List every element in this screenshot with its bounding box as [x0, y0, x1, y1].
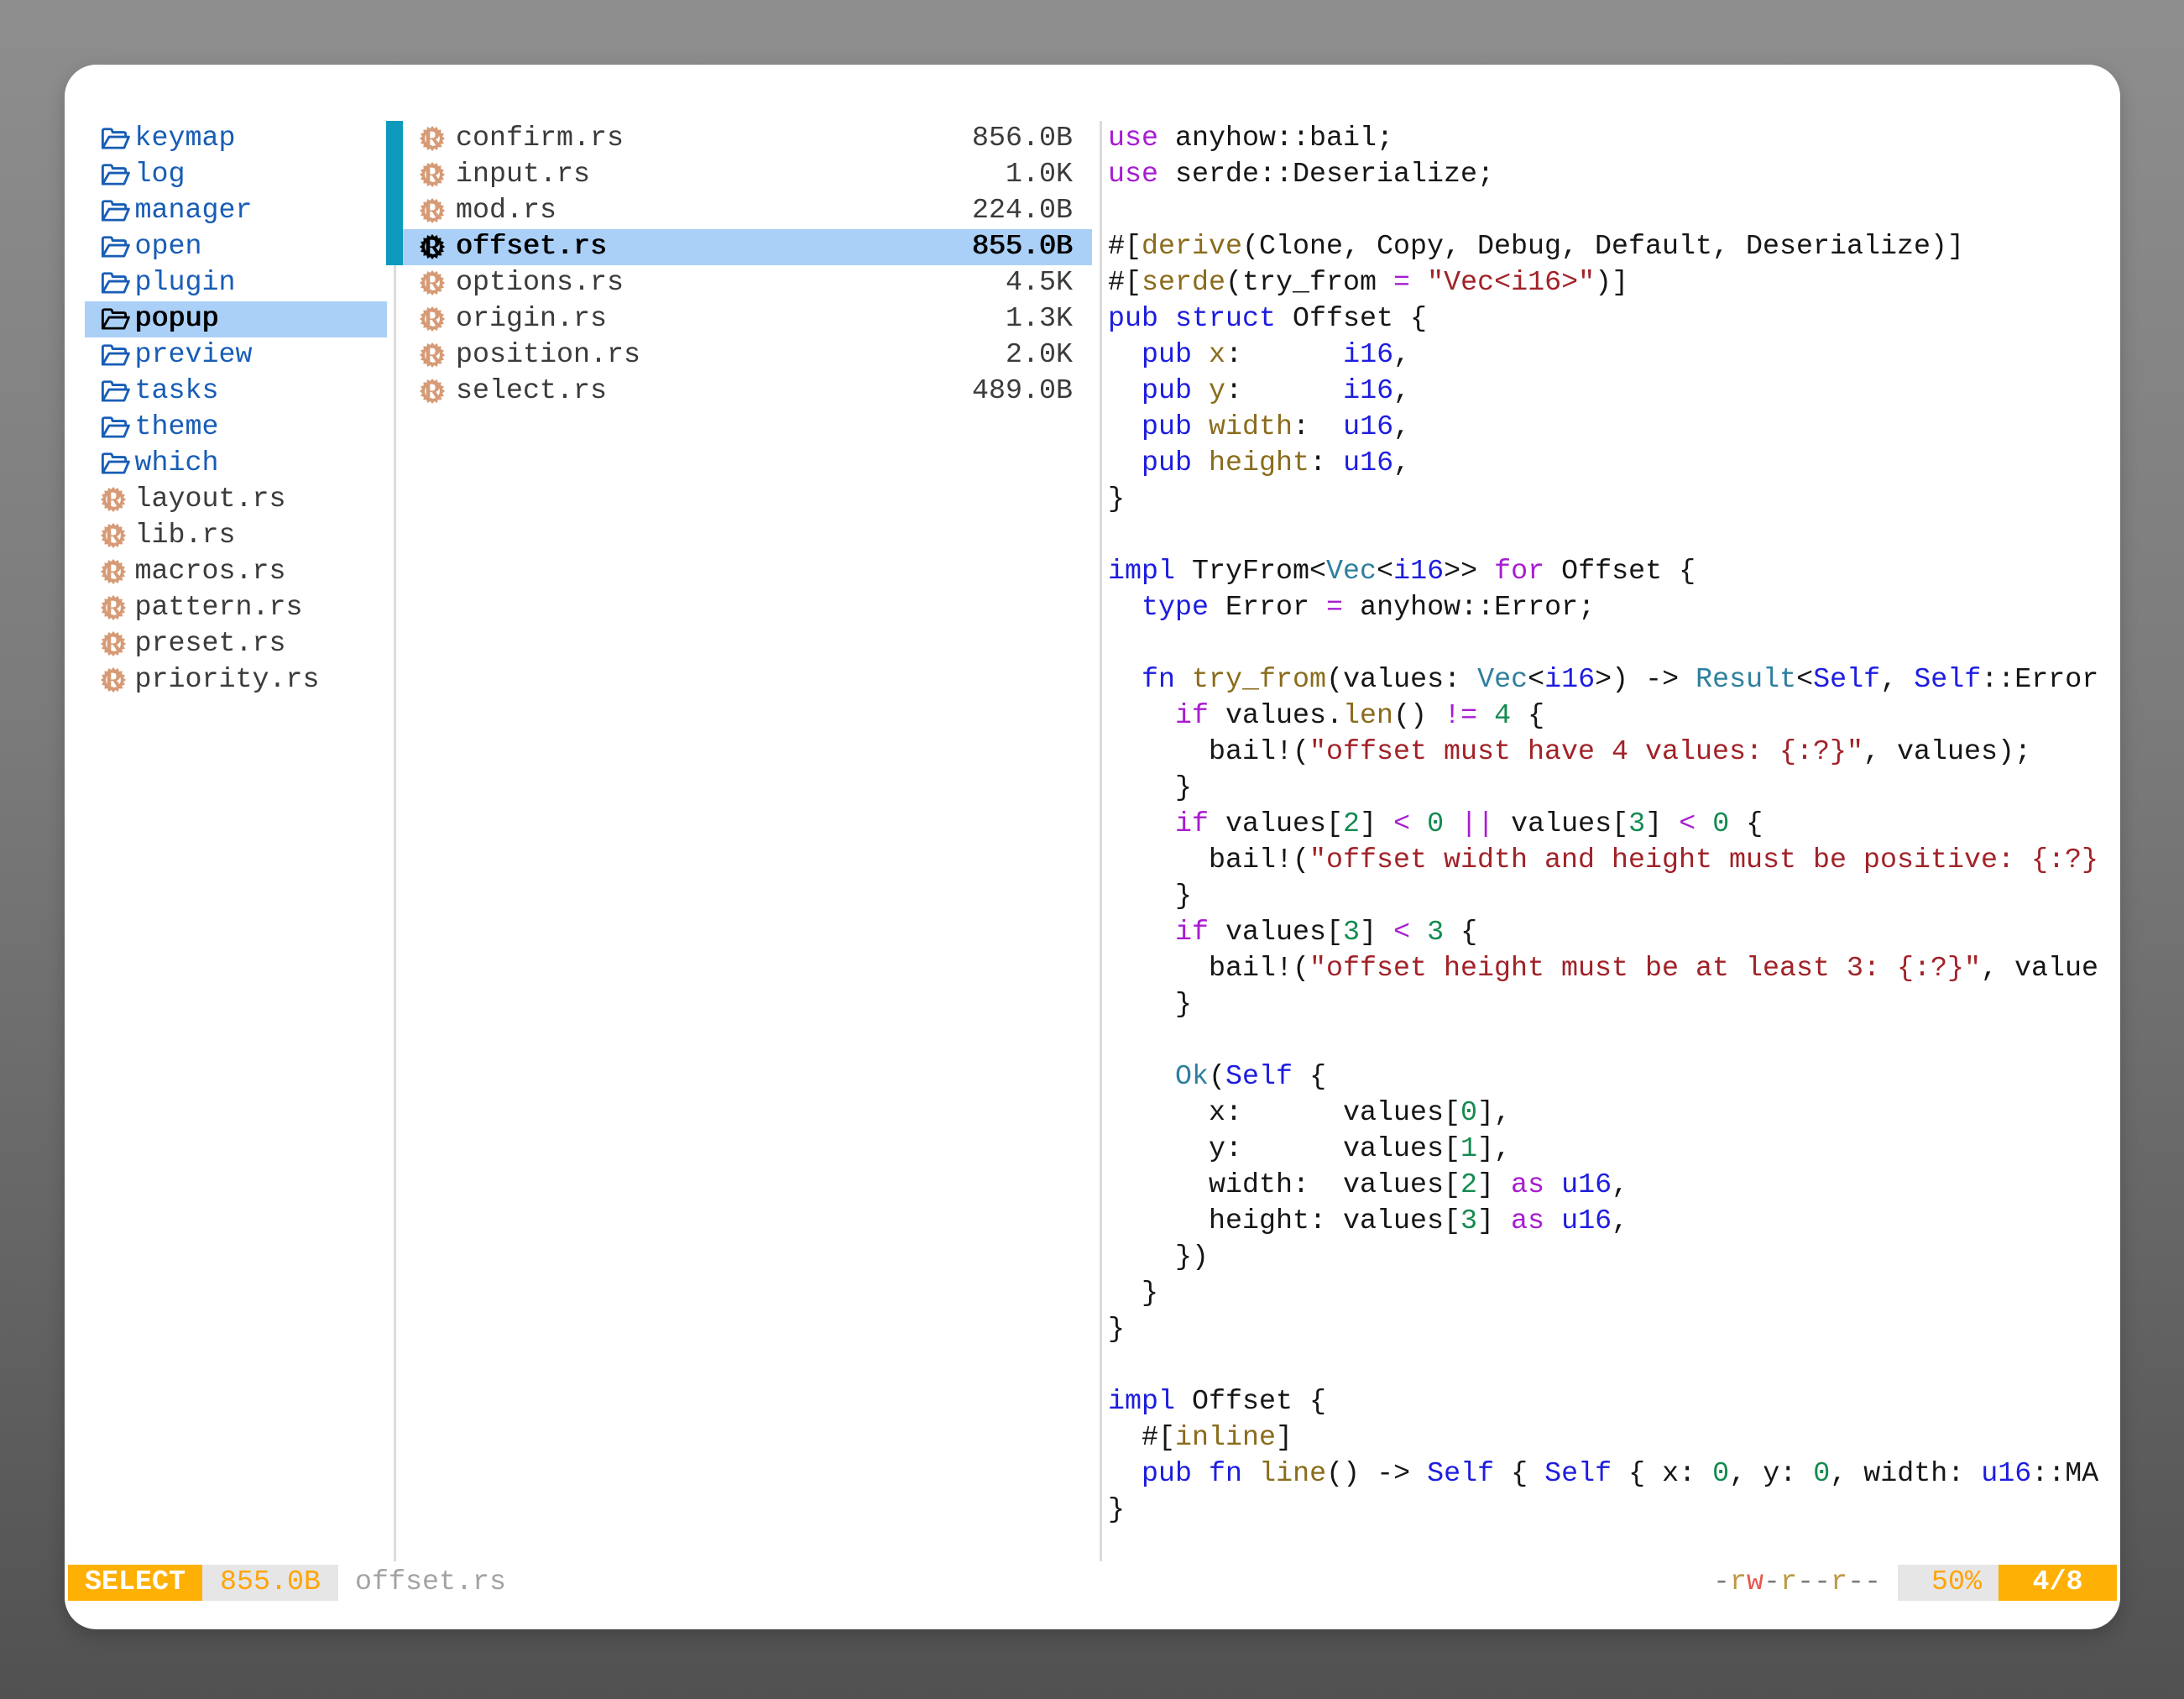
svg-text:R: R — [105, 523, 123, 548]
svg-text:R: R — [105, 631, 123, 656]
svg-text:R: R — [424, 342, 442, 368]
svg-text:R: R — [424, 198, 442, 223]
svg-text:R: R — [105, 487, 123, 512]
svg-text:R: R — [424, 126, 442, 151]
svg-text:R: R — [105, 595, 123, 620]
svg-text:R: R — [105, 559, 123, 584]
svg-text:R: R — [424, 379, 442, 404]
svg-text:R: R — [424, 162, 442, 187]
svg-text:R: R — [424, 234, 442, 259]
svg-text:R: R — [105, 667, 123, 693]
svg-text:R: R — [424, 270, 442, 295]
svg-text:R: R — [424, 306, 442, 332]
